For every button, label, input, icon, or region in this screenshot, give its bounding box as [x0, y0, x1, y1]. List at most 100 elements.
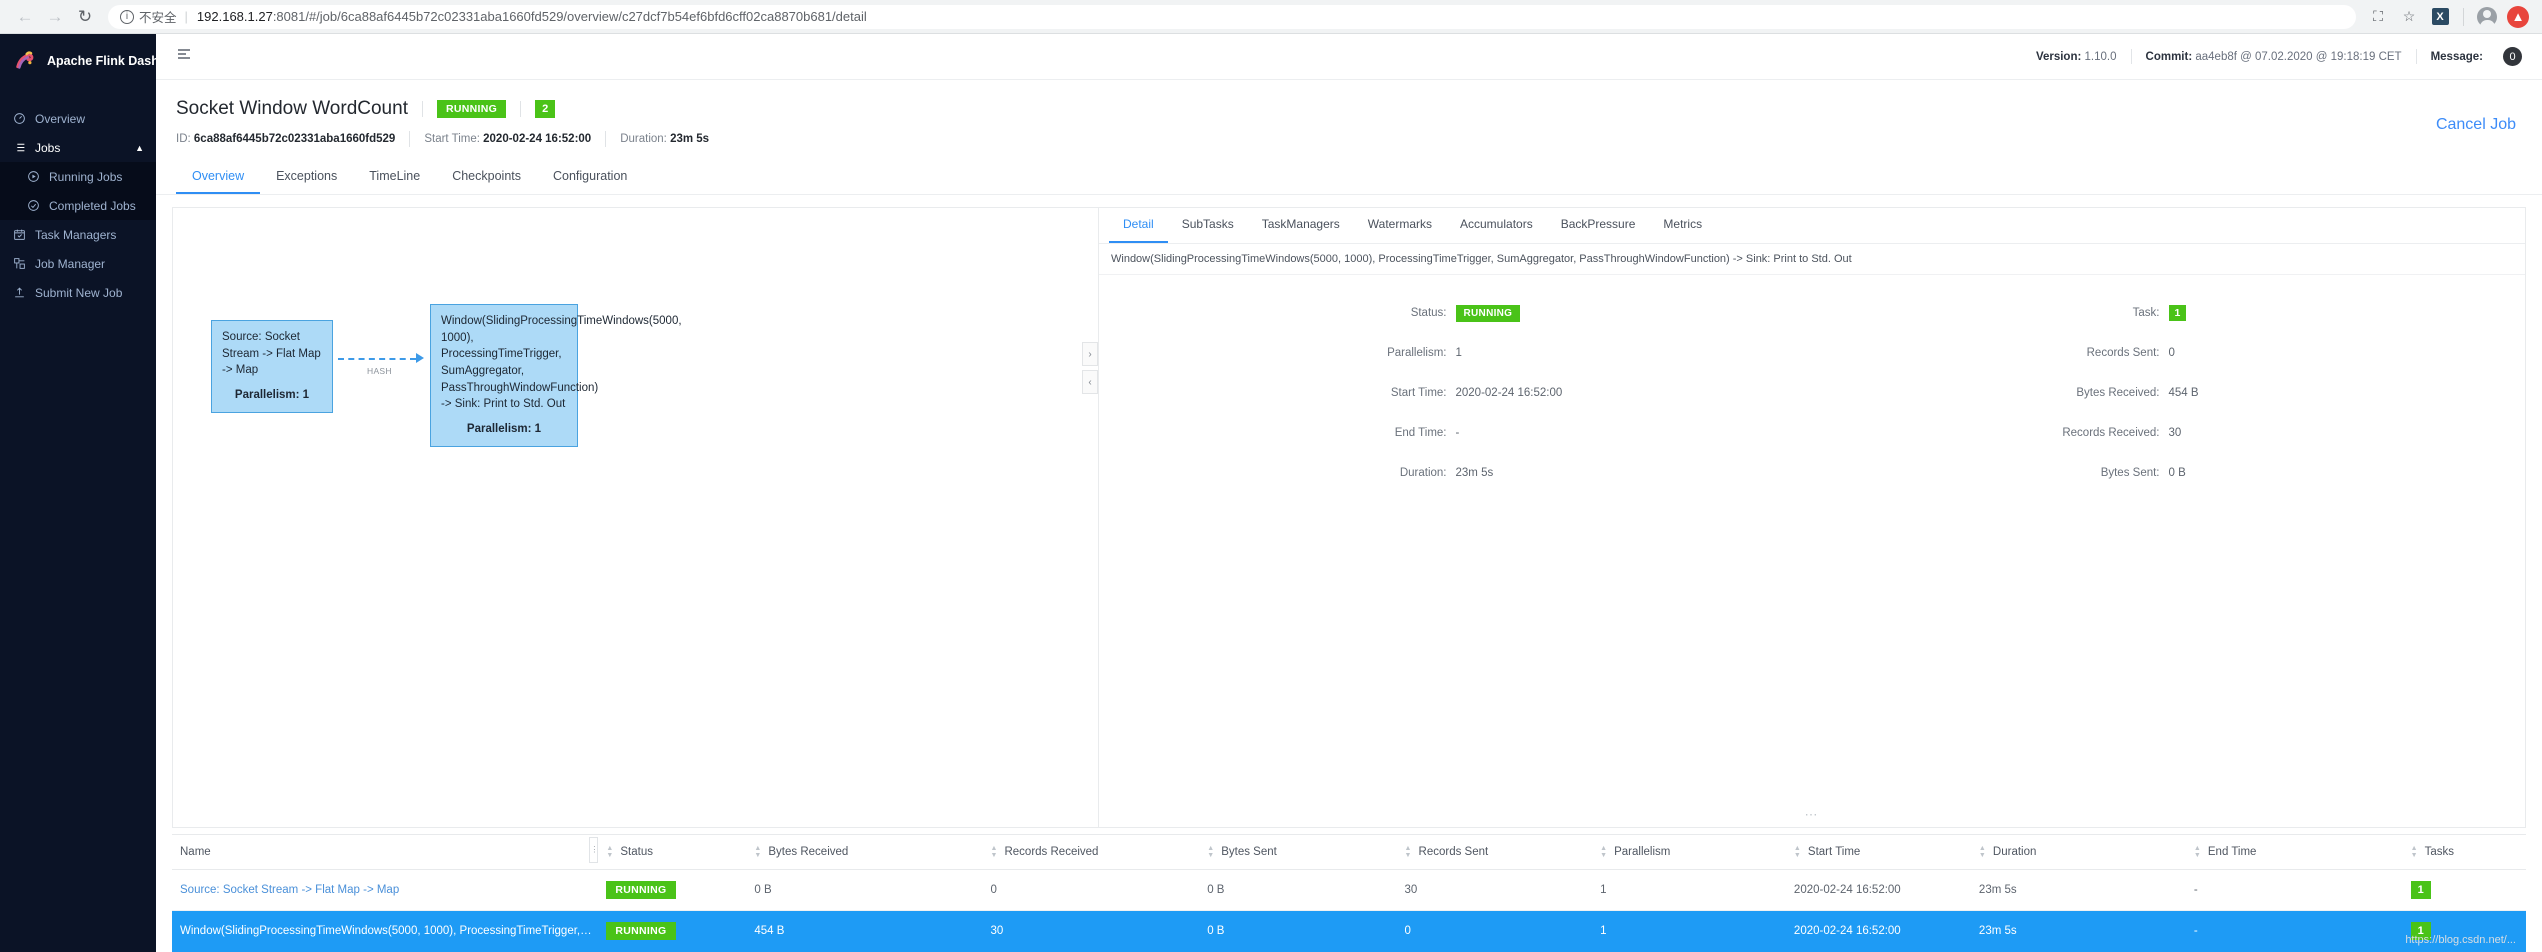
table-row[interactable]: Window(SlidingProcessingTimeWindows(5000…	[172, 910, 2526, 952]
dashboard-icon	[12, 112, 26, 125]
sort-icon: ▲ ▼	[2193, 845, 2201, 859]
cancel-job-button[interactable]: Cancel Job	[2436, 116, 2516, 134]
detail-value-bytes-received: 454 B	[2168, 387, 2199, 399]
graph-node-source[interactable]: Source: Socket Stream -> Flat Map -> Map…	[211, 320, 333, 413]
app-root: Apache Flink Dashboard Overview Jobs ▲ R…	[0, 34, 2542, 952]
url-path: :8081/#/job/6ca88af6445b72c02331aba1660f…	[272, 9, 867, 24]
extension-icon[interactable]: X	[2426, 3, 2454, 31]
sidebar-item-job-manager[interactable]: Job Manager	[0, 249, 156, 278]
back-arrow-icon[interactable]: ←	[10, 2, 40, 32]
graph-collapse-left-button[interactable]: ‹	[1082, 370, 1098, 394]
sidebar-item-completed-jobs[interactable]: Completed Jobs	[0, 191, 156, 220]
toolbar-divider	[2463, 7, 2464, 26]
resize-grip-icon[interactable]: ⋯	[1099, 807, 2525, 827]
detail-key-task: Task:	[2132, 307, 2160, 319]
profile-avatar-icon[interactable]	[2473, 3, 2501, 31]
tab-exceptions[interactable]: Exceptions	[260, 161, 353, 194]
detail-tab-backpressure[interactable]: BackPressure	[1547, 208, 1650, 243]
col-status[interactable]: ▲ ▼ Status	[598, 834, 747, 870]
message-count-badge[interactable]: 0	[2503, 47, 2522, 66]
detail-row-task: Task: 1	[1812, 293, 2525, 333]
col-records-received[interactable]: ▲ ▼ Records Received	[982, 834, 1200, 870]
job-id-label: ID:	[176, 133, 191, 145]
overview-split: Source: Socket Stream -> Flat Map -> Map…	[156, 195, 2542, 828]
detail-row-start-time: Start Time: 2020-02-24 16:52:00	[1099, 373, 1812, 413]
detail-tab-taskmanagers[interactable]: TaskManagers	[1248, 208, 1354, 243]
tab-configuration[interactable]: Configuration	[537, 161, 643, 194]
cell-status: RUNNING	[598, 910, 747, 952]
tab-checkpoints[interactable]: Checkpoints	[436, 161, 537, 194]
sidebar-item-submit-new-job[interactable]: Submit New Job	[0, 278, 156, 307]
graph-node-window-name: Window(SlidingProcessingTimeWindows(5000…	[441, 315, 682, 411]
sidebar-item-overview[interactable]: Overview	[0, 104, 156, 133]
sidebar-item-task-managers[interactable]: Task Managers	[0, 220, 156, 249]
sort-icon: ▲ ▼	[1793, 845, 1801, 859]
detail-value-records-received: 30	[2168, 427, 2182, 439]
job-task-count-badge: 2	[535, 100, 556, 118]
detail-value-task: 1	[2168, 305, 2526, 321]
detail-tab-detail[interactable]: Detail	[1109, 208, 1168, 243]
chevron-up-icon[interactable]: ▲	[135, 143, 144, 153]
column-resize-handle[interactable]: ⋮	[589, 837, 599, 863]
version-meta: Version: 1.10.0	[2022, 51, 2131, 63]
detail-tab-metrics[interactable]: Metrics	[1649, 208, 1716, 243]
col-end-time[interactable]: ▲ ▼ End Time	[2185, 834, 2403, 870]
col-duration[interactable]: ▲ ▼ Duration	[1970, 834, 2186, 870]
reload-icon[interactable]: ↻	[70, 2, 100, 32]
graph-node-window-parallelism: Parallelism: 1	[466, 423, 542, 436]
graph-expand-right-button[interactable]: ›	[1082, 342, 1098, 366]
update-badge-icon[interactable]: ▲	[2504, 3, 2532, 31]
forward-arrow-icon[interactable]: →	[40, 2, 70, 32]
detail-tab-subtasks[interactable]: SubTasks	[1168, 208, 1248, 243]
col-parallelism[interactable]: ▲ ▼ Parallelism	[1592, 834, 1786, 870]
tab-timeline[interactable]: TimeLine	[353, 161, 436, 194]
page-title: Socket Window WordCount	[176, 98, 408, 119]
commit-meta: Commit: aa4eb8f @ 07.02.2020 @ 19:18:19 …	[2132, 51, 2416, 63]
flink-logo-icon	[16, 51, 34, 69]
star-icon[interactable]: ☆	[2395, 3, 2423, 31]
col-start-time[interactable]: ▲ ▼ Start Time	[1785, 834, 1971, 870]
detail-key-duration: Duration:	[1399, 467, 1447, 479]
detail-value-duration: 23m 5s	[1455, 467, 1494, 479]
sidebar-item-running-jobs[interactable]: Running Jobs	[0, 162, 156, 191]
col-records-sent[interactable]: ▲ ▼ Records Sent	[1396, 834, 1593, 870]
detail-row-records-received: Records Received: 30	[1812, 413, 2525, 453]
graph-node-source-parallelism: Parallelism: 1	[234, 389, 310, 402]
site-info-icon[interactable]: i	[120, 9, 134, 24]
detail-value-end-time: -	[1455, 427, 1460, 439]
graph-node-window[interactable]: Window(SlidingProcessingTimeWindows(5000…	[430, 304, 682, 447]
detail-pane: Detail SubTasks TaskManagers Watermarks …	[1099, 207, 2526, 828]
sidebar-label-jobs: Jobs	[35, 140, 61, 155]
cell-records-sent: 30	[1396, 869, 1593, 911]
graph-edge-label: HASH	[367, 366, 392, 376]
cast-icon[interactable]: ⛶	[2364, 3, 2392, 31]
col-name[interactable]: Name ⋮	[172, 834, 599, 870]
sidebar-item-jobs[interactable]: Jobs ▲	[0, 133, 156, 162]
job-title-row: Socket Window WordCount RUNNING 2	[176, 98, 2522, 120]
job-header: Socket Window WordCount RUNNING 2 ID: 6c…	[156, 80, 2542, 147]
table-row[interactable]: Source: Socket Stream -> Flat Map -> Map…	[172, 869, 2526, 911]
cell-name[interactable]: Window(SlidingProcessingTimeWindows(5000…	[172, 910, 599, 952]
col-tasks[interactable]: ▲ ▼ Tasks	[2402, 834, 2526, 870]
hamburger-icon[interactable]	[176, 46, 192, 67]
cell-bytes-sent: 0 B	[1199, 869, 1397, 911]
job-start-label: Start Time:	[424, 133, 480, 145]
col-bytes-received[interactable]: ▲ ▼ Bytes Received	[746, 834, 983, 870]
col-bytes-sent[interactable]: ▲ ▼ Bytes Sent	[1199, 834, 1397, 870]
detail-tab-watermarks[interactable]: Watermarks	[1354, 208, 1446, 243]
tab-overview[interactable]: Overview	[176, 161, 261, 194]
message-label: Message:	[2430, 50, 2483, 63]
cell-records-sent: 0	[1396, 910, 1593, 952]
sort-icon: ▲ ▼	[2410, 845, 2418, 859]
play-circle-icon	[26, 170, 40, 183]
vertex-link[interactable]: Source: Socket Stream -> Flat Map -> Map	[180, 884, 399, 896]
job-graph[interactable]: Source: Socket Stream -> Flat Map -> Map…	[172, 207, 1099, 828]
check-circle-icon	[26, 199, 40, 212]
main-content: Version: 1.10.0 Commit: aa4eb8f @ 07.02.…	[156, 34, 2542, 952]
vertices-table-wrap: Name ⋮ ▲ ▼ Status ▲ ▼ Bytes Received ▲ ▼ Recor…	[156, 828, 2542, 952]
address-bar[interactable]: i 不安全 | 192.168.1.27:8081/#/job/6ca88af6…	[108, 4, 2356, 29]
cell-name[interactable]: Source: Socket Stream -> Flat Map -> Map	[172, 869, 599, 911]
cell-records-received: 0	[982, 869, 1200, 911]
detail-tab-accumulators[interactable]: Accumulators	[1446, 208, 1547, 243]
job-start-value: 2020-02-24 16:52:00	[483, 133, 592, 145]
